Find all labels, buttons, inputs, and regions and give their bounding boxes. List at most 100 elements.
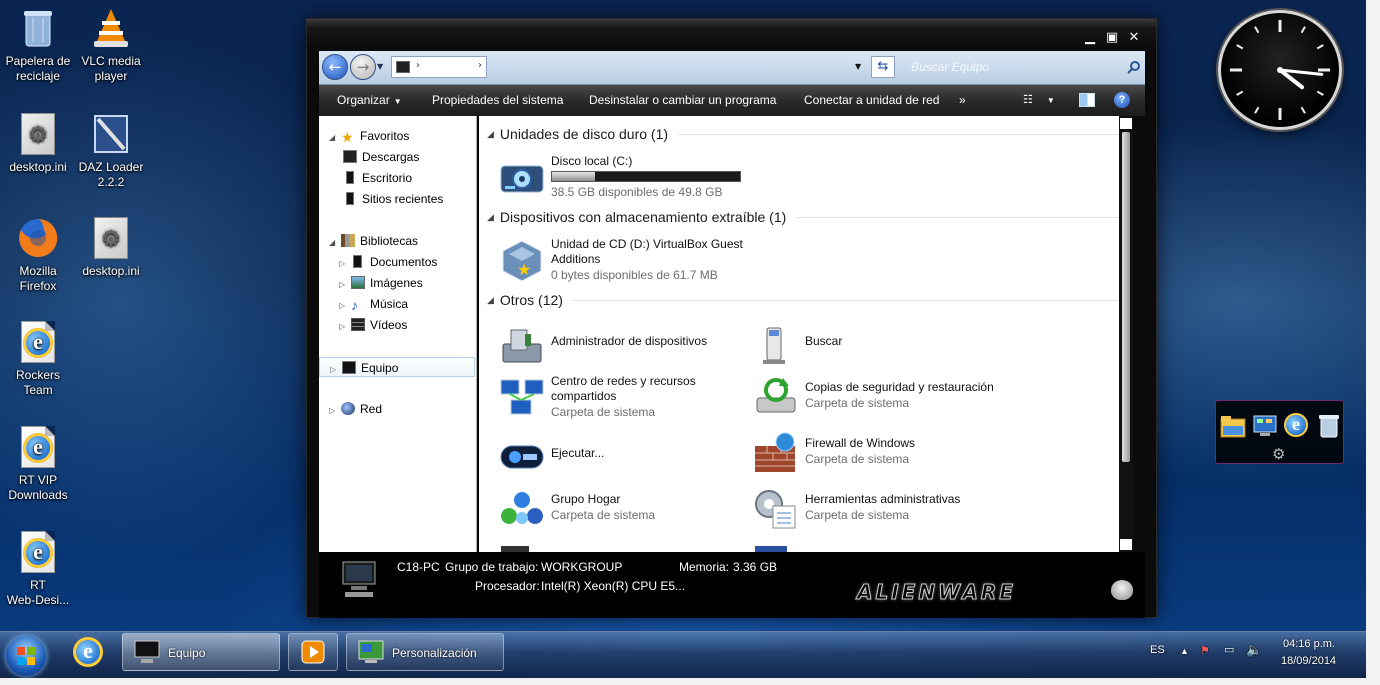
item-device-manager[interactable]: Administrador de dispositivos (499, 322, 749, 368)
help-button[interactable]: ? (1114, 92, 1130, 108)
desktop-icon-recycle-bin[interactable]: Papelera de reciclaje (0, 6, 76, 84)
collapsed-arrow-icon[interactable]: ▷ (339, 296, 349, 316)
item-run[interactable]: Ejecutar... (499, 434, 749, 480)
nav-network[interactable]: ▷ Red (329, 399, 382, 419)
collapsed-arrow-icon[interactable]: ▷ (339, 317, 349, 337)
desktop-icon-daz-loader[interactable]: DAZ Loader 2.2.2 (73, 112, 149, 190)
help-icon: ? (1118, 94, 1126, 106)
change-view-button[interactable]: ☷ ▼ (1023, 93, 1059, 109)
recycle-bin-icon[interactable] (1316, 413, 1342, 439)
refresh-button[interactable]: ⇆ (871, 56, 895, 78)
taskbar-button-equipo[interactable]: Equipo (122, 633, 280, 671)
back-button[interactable]: ← (322, 54, 348, 80)
nav-favorites[interactable]: ◢ ★ Favoritos (329, 126, 409, 146)
nav-downloads[interactable]: Descargas (341, 147, 419, 167)
desktop-icon-firefox[interactable]: Mozilla Firefox (0, 216, 76, 294)
nav-music[interactable]: ▷ ♪ Música (339, 294, 408, 314)
maximize-button[interactable]: ▣ (1105, 31, 1119, 44)
internet-explorer-icon[interactable]: e (1284, 413, 1308, 437)
nav-desktop[interactable]: Escritorio (341, 168, 412, 188)
action-center-flag-icon[interactable]: ⚑ (1200, 644, 1210, 657)
command-bar: Organizar ▼ Propiedades del sistema Desin… (319, 85, 1145, 116)
memory-value: 3.36 GB (733, 560, 778, 574)
desktop-icon-vlc[interactable]: VLC media player (73, 6, 149, 84)
forward-button[interactable]: → (350, 54, 376, 80)
address-dropdown-icon[interactable]: ▼ (855, 62, 861, 71)
group-header-others[interactable]: ◢ Otros (12) (487, 292, 1119, 308)
drive-c-item[interactable]: Disco local (C:) 38.5 GB disponibles de … (499, 154, 759, 200)
scroll-thumb[interactable] (1122, 132, 1130, 462)
desktop-icon-desktop-ini-2[interactable]: ⚙ desktop.ini (73, 216, 149, 279)
desktop-icon-rockers-team[interactable]: e Rockers Team (0, 320, 76, 398)
drive-free-space: 0 bytes disponibles de 61.7 MB (551, 268, 718, 282)
icon-label: Firefox (19, 279, 57, 293)
item-windows-firewall[interactable]: Firewall de Windows Carpeta de sistema (753, 430, 1003, 476)
group-title: Dispositivos con almacenamiento extraíbl… (499, 209, 787, 225)
more-commands-button[interactable]: » (959, 93, 966, 107)
gear-icon[interactable]: ⚙ (1272, 445, 1285, 463)
taskbar-button-personalizacion[interactable]: Personalización (346, 633, 504, 671)
scroll-up-button[interactable] (1120, 118, 1132, 129)
preview-pane-button[interactable] (1079, 93, 1095, 107)
group-header-hard-drives[interactable]: ◢ Unidades de disco duro (1) (487, 126, 1119, 142)
item-admin-tools[interactable]: Herramientas administrativas Carpeta de … (753, 486, 1003, 532)
volume-icon[interactable]: 🔈 (1246, 642, 1262, 658)
nav-images[interactable]: ▷ Imágenes (339, 273, 423, 293)
arrow-left-icon: ← (328, 58, 342, 76)
tray-time[interactable]: 04:16 p.m. (1283, 638, 1335, 650)
control-panel-icon[interactable] (1252, 413, 1278, 439)
folder-icon[interactable] (1220, 413, 1246, 439)
collapsed-arrow-icon[interactable]: ▷ (330, 360, 340, 380)
drive-usage-fill (552, 172, 595, 181)
explorer-window: ▁ ▣ ✕ ← → ▼ › › ▼ ⇆ Organizar▼ Propiedad… (306, 18, 1157, 618)
search-box[interactable] (899, 56, 1145, 78)
organize-menu[interactable]: Organizar ▼ (337, 93, 402, 107)
nav-libraries[interactable]: ◢ Bibliotecas (329, 231, 418, 251)
start-button[interactable] (6, 636, 46, 676)
desktop-icon-rt-web-design[interactable]: e RT Web-Desi... (0, 530, 76, 608)
item-search[interactable]: Buscar (753, 322, 1003, 368)
search-input[interactable] (899, 56, 1145, 78)
clock-gadget[interactable] (1218, 10, 1342, 130)
expanded-arrow-icon[interactable]: ◢ (329, 128, 339, 148)
map-network-drive-button[interactable]: Conectar a unidad de red (804, 93, 939, 107)
window-titlebar[interactable]: ▁ ▣ ✕ (307, 19, 1156, 49)
documents-icon (353, 255, 362, 268)
minimize-button[interactable]: ▁ (1083, 31, 1097, 44)
expanded-arrow-icon[interactable]: ◢ (329, 233, 339, 253)
show-hidden-icons-icon[interactable]: ▲ (1180, 646, 1189, 656)
group-header-removable[interactable]: ◢ Dispositivos con almacenamiento extraíb… (487, 209, 1119, 225)
page-frame (0, 678, 1380, 685)
recycle-bin-icon (16, 6, 60, 50)
collapsed-arrow-icon[interactable]: ▷ (339, 275, 349, 295)
tray-date[interactable]: 18/09/2014 (1281, 655, 1336, 667)
item-homegroup[interactable]: Grupo Hogar Carpeta de sistema (499, 486, 749, 532)
network-tray-icon[interactable]: ▭ (1224, 643, 1234, 656)
system-properties-button[interactable]: Propiedades del sistema (432, 93, 563, 107)
collapsed-arrow-icon[interactable]: ▷ (329, 401, 339, 421)
vertical-scrollbar[interactable] (1119, 116, 1133, 552)
close-button[interactable]: ✕ (1127, 31, 1141, 44)
language-indicator[interactable]: ES (1150, 644, 1165, 656)
nav-documents[interactable]: ▷ Documentos (339, 252, 437, 272)
history-dropdown-icon[interactable]: ▼ (377, 62, 383, 71)
address-field[interactable]: › › (391, 56, 487, 78)
taskbar-button-media-player[interactable] (288, 633, 338, 671)
admin-tools-icon (755, 490, 796, 529)
desktop-icon-rt-vip-downloads[interactable]: e RT VIP Downloads (0, 425, 76, 503)
clock-tick (1254, 26, 1260, 34)
item-backup-restore[interactable]: Copias de seguridad y restauración Carpe… (753, 374, 1013, 420)
nav-videos[interactable]: ▷ Vídeos (339, 315, 407, 335)
chevron-right-icon[interactable]: › (478, 60, 482, 71)
drive-d-item[interactable]: ★ Unidad de CD (D:) VirtualBox Guest Add… (499, 237, 759, 283)
scroll-down-button[interactable] (1120, 539, 1132, 550)
taskbar-internet-explorer-icon[interactable]: e (73, 637, 103, 667)
chevron-right-icon[interactable]: › (416, 60, 420, 71)
nav-computer[interactable]: ▷ Equipo (319, 357, 475, 377)
item-network-center[interactable]: Centro de redes y recursos compartidos C… (499, 374, 749, 420)
search-icon[interactable] (1127, 60, 1141, 74)
nav-recent-places[interactable]: Sitios recientes (341, 189, 443, 209)
desktop-icon-desktop-ini[interactable]: ⚙ desktop.ini (0, 112, 76, 175)
collapsed-arrow-icon[interactable]: ▷ (339, 254, 349, 274)
uninstall-program-button[interactable]: Desinstalar o cambiar un programa (589, 93, 776, 107)
